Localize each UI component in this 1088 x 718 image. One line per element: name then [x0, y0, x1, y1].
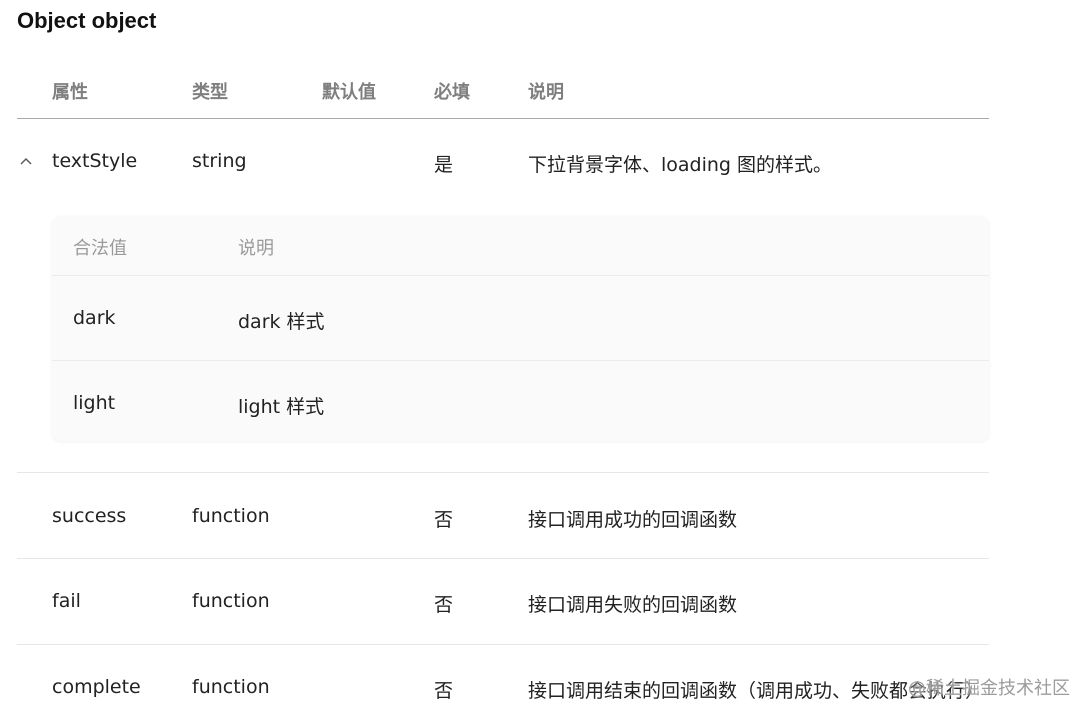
subtable-value-description: light 样式 — [238, 396, 325, 418]
property-type: function — [192, 505, 270, 527]
subtable-value: dark — [73, 307, 116, 329]
watermark: @稀土掘金技术社区 — [908, 678, 1070, 699]
property-name: fail — [52, 590, 81, 612]
subtable-divider — [52, 360, 989, 361]
property-type: function — [192, 590, 270, 612]
property-description: 接口调用成功的回调函数 — [528, 509, 738, 531]
property-type: string — [192, 150, 247, 172]
row-divider — [17, 558, 989, 559]
property-description: 下拉背景字体、loading 图的样式。 — [528, 154, 833, 176]
column-header-required: 必填 — [434, 82, 470, 103]
subtable-divider — [52, 275, 989, 276]
property-required: 否 — [434, 594, 454, 616]
property-name: success — [52, 505, 127, 527]
property-required: 否 — [434, 680, 454, 702]
valid-values-subtable — [52, 216, 989, 441]
subtable-value: light — [73, 392, 116, 414]
column-header-default: 默认值 — [322, 82, 376, 103]
header-divider — [17, 118, 989, 119]
chevron-up-icon[interactable] — [18, 153, 34, 169]
subtable-header-description: 说明 — [238, 238, 274, 259]
property-required: 否 — [434, 509, 454, 531]
row-divider — [17, 472, 989, 473]
property-description: 接口调用失败的回调函数 — [528, 594, 738, 616]
row-divider — [17, 644, 989, 645]
column-header-property: 属性 — [52, 82, 88, 103]
column-header-type: 类型 — [192, 82, 228, 103]
property-type: function — [192, 676, 270, 698]
subtable-value-description: dark 样式 — [238, 311, 325, 333]
property-required: 是 — [434, 154, 454, 176]
page-title: Object object — [17, 8, 157, 33]
column-header-description: 说明 — [528, 82, 564, 103]
subtable-header-value: 合法值 — [73, 238, 127, 259]
property-name: textStyle — [52, 150, 138, 172]
property-name: complete — [52, 676, 141, 698]
